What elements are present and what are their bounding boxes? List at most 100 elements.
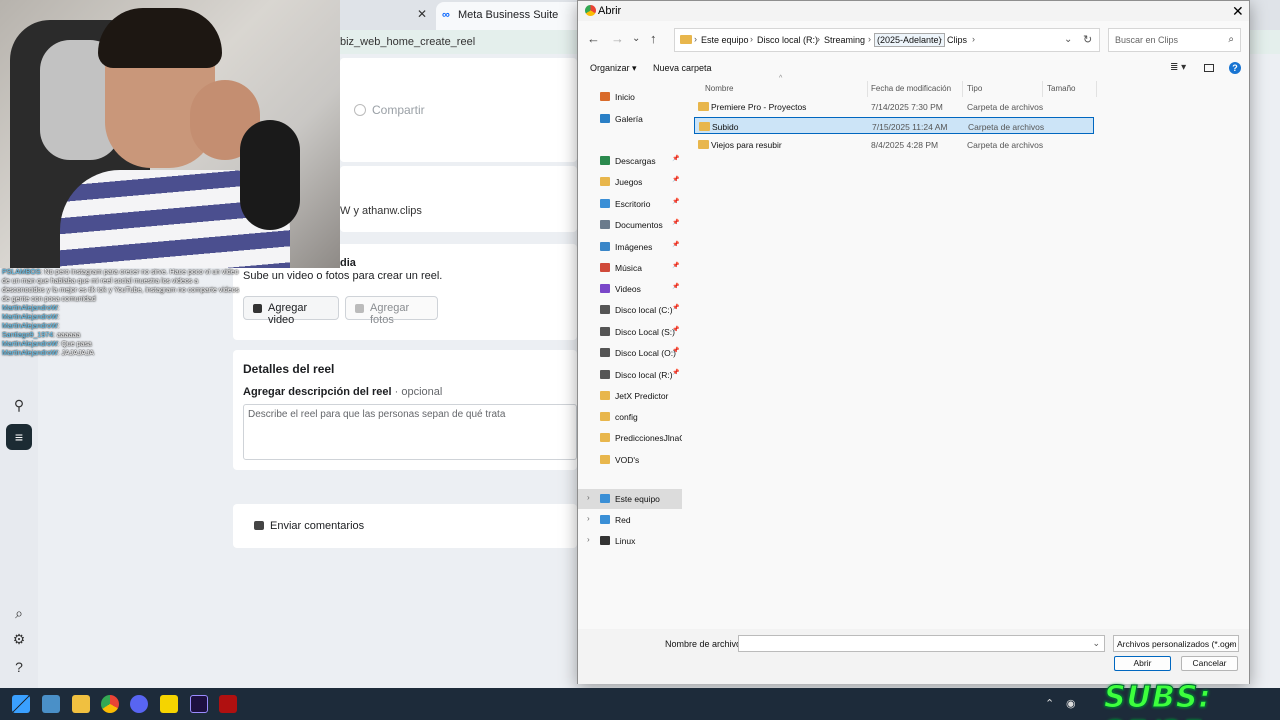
chat-username[interactable]: PSLAMBOS [2,269,41,276]
sticky-notes-icon[interactable] [160,695,178,713]
pin-icon[interactable]: 📌 [672,326,679,333]
close-icon[interactable]: ✕ [1232,3,1244,20]
home-icon [600,92,610,101]
share-button[interactable]: Compartir [354,103,425,117]
description-textarea[interactable]: Describe el reel para que las personas s… [243,404,577,460]
cancel-button[interactable]: Cancelar [1181,656,1238,671]
nav-item[interactable]: JetX Predictor [578,386,682,406]
pin-icon[interactable]: 📌 [672,176,679,183]
view-options-icon[interactable]: ≣ ▾ [1170,62,1186,73]
file-type-select[interactable]: Archivos personalizados (*.ogm ⌄ [1113,635,1239,652]
nav-item[interactable]: Descargas 📌 [578,151,682,171]
chat-username[interactable]: MartinAlejandroW [2,341,58,348]
send-feedback-button[interactable]: Enviar comentarios [254,520,364,532]
chat-username[interactable]: MartinAlejandroW [2,305,58,312]
pin-icon[interactable]: 📌 [672,155,679,162]
nav-item[interactable]: PrediccionesJlnaOR [578,428,682,448]
preview-pane-icon[interactable] [1204,64,1214,72]
nav-item[interactable]: config [578,407,682,427]
discord-tray-icon[interactable]: ◉ [1066,697,1076,710]
help-icon[interactable]: ? [1229,62,1241,74]
nav-item[interactable]: Música 📌 [578,258,682,278]
add-video-button[interactable]: Agregar video [243,296,339,326]
chevron-right-icon[interactable]: › [587,535,590,544]
nav-item[interactable]: Videos 📌 [578,279,682,299]
chevron-down-icon[interactable]: ⌄ [1092,638,1100,649]
pin-icon[interactable]: 📌 [672,241,679,248]
tab-close-icon[interactable]: ✕ [417,7,427,21]
chat-username[interactable]: Santiago9_1974 [2,332,53,339]
filename-input[interactable]: ⌄ [738,635,1105,652]
pin-icon[interactable]: 📌 [672,198,679,205]
chevron-down-icon[interactable]: ⌄ [1064,34,1072,45]
folder-icon [600,412,610,421]
column-type[interactable]: Tipo [967,84,982,93]
forward-arrow-icon[interactable]: → [611,32,624,46]
nav-item[interactable]: Disco local (C:) 📌 [578,300,682,320]
nav-item[interactable]: Galería [578,109,682,129]
tree-item[interactable]: › Red [578,510,682,530]
pin-icon[interactable]: 📌 [672,369,679,376]
media-title: dia [340,257,356,269]
nav-item[interactable]: Imágenes 📌 [578,237,682,257]
tree-item[interactable]: › Este equipo [578,489,682,509]
column-size[interactable]: Tamaño [1047,84,1075,93]
column-separator [1096,81,1097,97]
breadcrumb-item[interactable]: Streaming [824,35,865,45]
voicemeeter-icon[interactable] [219,695,237,713]
premiere-pro-icon[interactable] [190,695,208,713]
breadcrumb-item[interactable]: Este equipo [701,35,749,45]
description-placeholder: Describe el reel para que las personas s… [248,409,506,420]
nav-item[interactable]: VOD's [578,450,682,470]
column-name[interactable]: Nombre [705,84,733,93]
column-date[interactable]: Fecha de modificación [871,84,951,93]
chrome-icon[interactable] [101,695,119,713]
menu-icon[interactable]: ≡ [6,424,32,450]
chevron-right-icon[interactable]: › [587,514,590,523]
up-arrow-icon[interactable]: ↑ [650,32,657,46]
chat-username[interactable]: MartinAlejandroW [2,314,58,321]
nav-item[interactable]: Disco local (R:) 📌 [578,365,682,385]
chevron-down-icon[interactable]: ⌄ [632,32,640,46]
back-arrow-icon[interactable]: ← [587,32,600,46]
search-input[interactable]: Buscar en Clips ⌕ [1108,28,1241,52]
breadcrumb-item[interactable]: Disco local (R:) [757,35,818,45]
chat-username[interactable]: MartinAlejandroW [2,323,58,330]
discord-icon[interactable] [130,695,148,713]
windows-start-icon[interactable] [12,695,30,713]
refresh-icon[interactable]: ↻ [1083,33,1092,46]
help-icon[interactable]: ? [8,656,30,678]
chevron-up-icon[interactable]: ⌃ [1045,697,1054,710]
nav-item[interactable]: Documentos 📌 [578,215,682,235]
chat-username[interactable]: MartinAlejandroW [2,350,58,357]
organize-button[interactable]: Organizar ▾ [590,63,637,74]
breadcrumb-item[interactable]: Clips [947,35,967,45]
nav-item[interactable]: Disco Local (S:) 📌 [578,322,682,342]
add-photos-button[interactable]: Agregar fotos [345,296,438,326]
chat-text: : [57,323,60,330]
pin-icon[interactable]: 📌 [672,347,679,354]
pin-icon[interactable]: 📌 [672,262,679,269]
nav-item[interactable]: Escritorio 📌 [578,194,682,214]
pin-icon[interactable]: 📌 [672,219,679,226]
breadcrumb-item[interactable]: (2025-Adelante) [874,33,945,47]
breadcrumb[interactable]: › Este equipo › Disco local (R:) › Strea… [674,28,1100,52]
file-row[interactable]: Premiere Pro - Proyectos 7/14/2025 7:30 P… [694,98,1094,115]
photos-app-icon[interactable] [42,695,60,713]
tree-item[interactable]: › Linux [578,531,682,551]
nav-item[interactable]: Disco Local (O:) 📌 [578,343,682,363]
gear-icon[interactable]: ⚙ [8,628,30,650]
new-folder-button[interactable]: Nueva carpeta [653,63,712,73]
file-explorer-icon[interactable] [72,695,90,713]
search-icon[interactable]: ⌕ [8,602,30,624]
pin-icon[interactable]: 📌 [672,304,679,311]
tab-meta-business-suite[interactable]: ∞ Meta Business Suite [436,2,586,30]
nav-item[interactable]: Juegos 📌 [578,172,682,192]
pin-icon[interactable]: 📌 [672,283,679,290]
file-row[interactable]: Viejos para resubir 8/4/2025 4:28 PM Carpe… [694,136,1094,153]
file-row[interactable]: Subido 7/15/2025 11:24 AM Carpeta de archi… [694,117,1094,134]
chevron-right-icon[interactable]: › [587,493,590,502]
nav-item[interactable]: Inicio [578,87,682,107]
open-button[interactable]: Abrir [1114,656,1171,671]
link-icon[interactable]: ⚲ [8,394,30,416]
